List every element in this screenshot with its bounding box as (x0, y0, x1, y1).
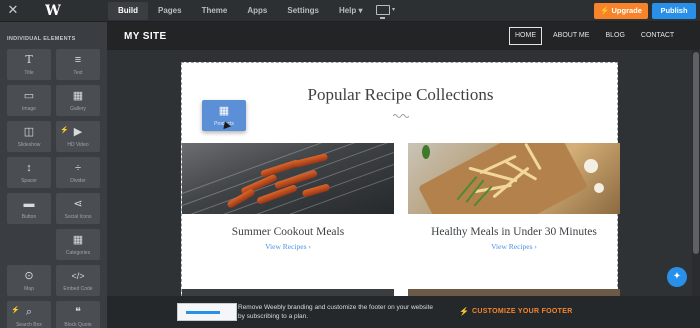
search-icon: ⌕ (25, 306, 33, 318)
elements-sidebar: INDIVIDUAL ELEMENTS T Title ≡ Text ▭ Ima… (0, 22, 107, 328)
gallery-icon: ▦ (72, 90, 84, 102)
section-title[interactable]: Popular Recipe Collections (182, 85, 619, 105)
element-block-quote[interactable]: ❝ Block Quote (56, 301, 100, 328)
lightbulb-icon[interactable]: ✦ (667, 267, 687, 287)
tab-build[interactable]: Build (108, 2, 148, 20)
element-label: Social Icons (64, 214, 92, 220)
weebly-logo-icon[interactable]: W (45, 3, 61, 19)
element-label: Embed Code (63, 286, 93, 292)
element-label: Image (22, 106, 36, 112)
element-label: Spacer (21, 178, 37, 184)
element-label: Title (24, 70, 34, 76)
monitor-icon[interactable] (376, 5, 390, 19)
site-title[interactable]: MY SITE (124, 31, 167, 42)
element-label: Map (24, 286, 34, 292)
element-button[interactable]: ▬ Button (7, 193, 51, 224)
divider-icon: ÷ (74, 162, 82, 174)
element-image[interactable]: ▭ Image (7, 85, 51, 116)
element-gallery[interactable]: ▦ Gallery (56, 85, 100, 116)
element-divider[interactable]: ÷ Divider (56, 157, 100, 188)
map-pin-icon: ⊙ (24, 270, 34, 282)
code-icon: </> (71, 271, 85, 281)
element-spacer[interactable]: ↕ Spacer (7, 157, 51, 188)
site-header: MY SITE HOME ABOUT ME BLOG CONTACT (107, 22, 700, 50)
card-image-grill[interactable] (182, 143, 394, 214)
categories-icon: ▦ (72, 234, 84, 246)
upgrade-button[interactable]: ⚡ Upgrade (594, 3, 648, 19)
element-title[interactable]: T Title (7, 49, 51, 80)
share-icon: ⋖ (73, 198, 83, 210)
site-nav-home[interactable]: HOME (509, 27, 542, 45)
title-icon: T (25, 53, 33, 66)
element-embed-code[interactable]: </> Embed Code (56, 265, 100, 296)
tab-theme[interactable]: Theme (192, 2, 238, 20)
tab-pages[interactable]: Pages (148, 2, 192, 20)
editor-canvas: MY SITE HOME ABOUT ME BLOG CONTACT Popul… (107, 22, 700, 296)
chevron-down-icon[interactable]: ▾ (392, 6, 395, 13)
element-categories[interactable]: ▦ Categories (56, 229, 100, 260)
element-slideshow[interactable]: ◫ Slideshow (7, 121, 51, 152)
element-label: Button (21, 214, 37, 220)
site-nav: HOME ABOUT ME BLOG CONTACT (509, 27, 685, 45)
element-label: Divider (70, 178, 86, 184)
divider-squiggle-icon (393, 114, 409, 118)
customize-footer-button[interactable]: CUSTOMIZE YOUR FOOTER (472, 308, 573, 315)
top-toolbar: ✕ W Build Pages Theme Apps Settings Help… (0, 0, 700, 22)
bolt-icon: ⚡ (459, 307, 469, 316)
chevron-down-icon: ▾ (358, 6, 363, 15)
slideshow-icon: ◫ (23, 126, 35, 138)
element-label: Gallery (70, 106, 86, 112)
card-image[interactable] (408, 289, 620, 296)
element-label: Slideshow (17, 142, 41, 148)
page-content: Popular Recipe Collections Summer Cookou… (181, 62, 620, 296)
editor-nav: Build Pages Theme Apps Settings Help ▾ (108, 2, 373, 20)
button-icon: ▬ (23, 198, 35, 210)
tab-settings[interactable]: Settings (277, 2, 329, 20)
text-icon: ≡ (74, 54, 82, 66)
publish-button[interactable]: Publish (652, 3, 696, 19)
spacer-icon: ↕ (26, 162, 32, 174)
element-label: HD Video (67, 142, 89, 148)
products-icon: ▦ (218, 105, 230, 117)
site-nav-blog[interactable]: BLOG (600, 27, 629, 45)
quote-icon: ❝ (75, 306, 81, 318)
sidebar-heading: INDIVIDUAL ELEMENTS (7, 36, 76, 42)
footer-preview-image (177, 303, 237, 321)
card-image[interactable] (182, 289, 394, 296)
element-label: Text (73, 70, 83, 76)
view-recipes-link[interactable]: View Recipes › (182, 242, 394, 251)
element-text[interactable]: ≡ Text (56, 49, 100, 80)
element-label: Search Box (16, 322, 42, 328)
card-title[interactable]: Healthy Meals in Under 30 Minutes (408, 226, 620, 238)
upgrade-label: Upgrade (611, 6, 642, 15)
element-hd-video[interactable]: ⚡ ▶ HD Video (56, 121, 100, 152)
video-icon: ▶ (73, 126, 83, 138)
tab-apps[interactable]: Apps (237, 2, 277, 20)
site-nav-about[interactable]: ABOUT ME (548, 27, 594, 45)
close-icon[interactable]: ✕ (6, 3, 20, 17)
tab-help-label: Help (338, 6, 357, 15)
scrollbar-thumb[interactable] (693, 52, 699, 254)
element-map[interactable]: ⊙ Map (7, 265, 51, 296)
element-label: Block Quote (64, 322, 92, 328)
card-image-noodles[interactable] (408, 143, 620, 214)
footer-upsell-text: Remove Weebly branding and customize the… (238, 304, 433, 320)
element-social-icons[interactable]: ⋖ Social Icons (56, 193, 100, 224)
site-nav-contact[interactable]: CONTACT (636, 27, 679, 45)
footer-upsell-banner: Remove Weebly branding and customize the… (107, 296, 700, 328)
image-icon: ▭ (23, 90, 35, 102)
element-search-box[interactable]: ⚡ ⌕ Search Box (7, 301, 51, 328)
element-label: Categories (65, 250, 91, 256)
card-title[interactable]: Summer Cookout Meals (182, 226, 394, 238)
view-recipes-link[interactable]: View Recipes › (408, 242, 620, 251)
tab-help[interactable]: Help ▾ (329, 2, 373, 20)
